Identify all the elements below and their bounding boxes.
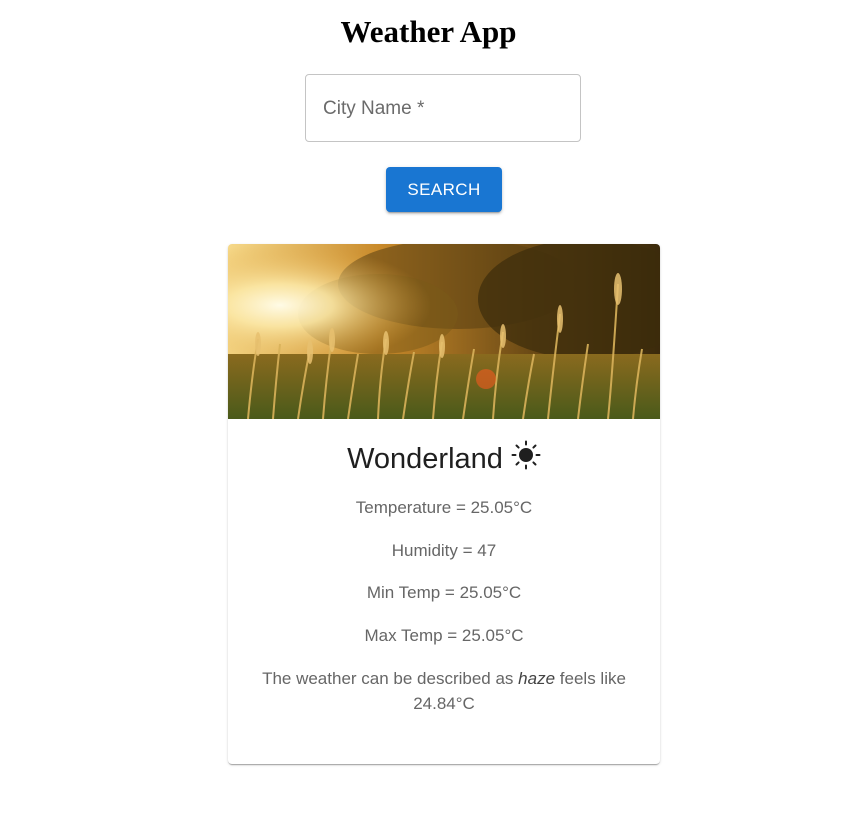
city-name-input[interactable] (306, 75, 580, 141)
search-button[interactable]: SEARCH (386, 167, 502, 212)
city-heading: Wonderland (228, 440, 660, 477)
weather-card: Wonderland Temperature = 25.05°C Humidit… (228, 244, 660, 764)
temperature-text: Temperature = 25.05°C (355, 498, 533, 517)
sun-icon (511, 440, 541, 470)
min-temp-text: Min Temp = 25.05°C (366, 583, 522, 602)
wheat-field-sunset-image (228, 244, 660, 419)
page-title: Weather App (340, 14, 517, 49)
city-name: Wonderland (347, 443, 503, 475)
description-prefix: The weather can be described as (262, 669, 514, 688)
weather-description: The weather can be described as haze fee… (248, 666, 640, 716)
humidity-text: Humidity = 47 (391, 541, 497, 560)
max-temp-text: Max Temp = 25.05°C (364, 626, 524, 645)
city-name-field[interactable]: City Name * (305, 74, 581, 142)
weather-condition: haze (518, 669, 556, 688)
